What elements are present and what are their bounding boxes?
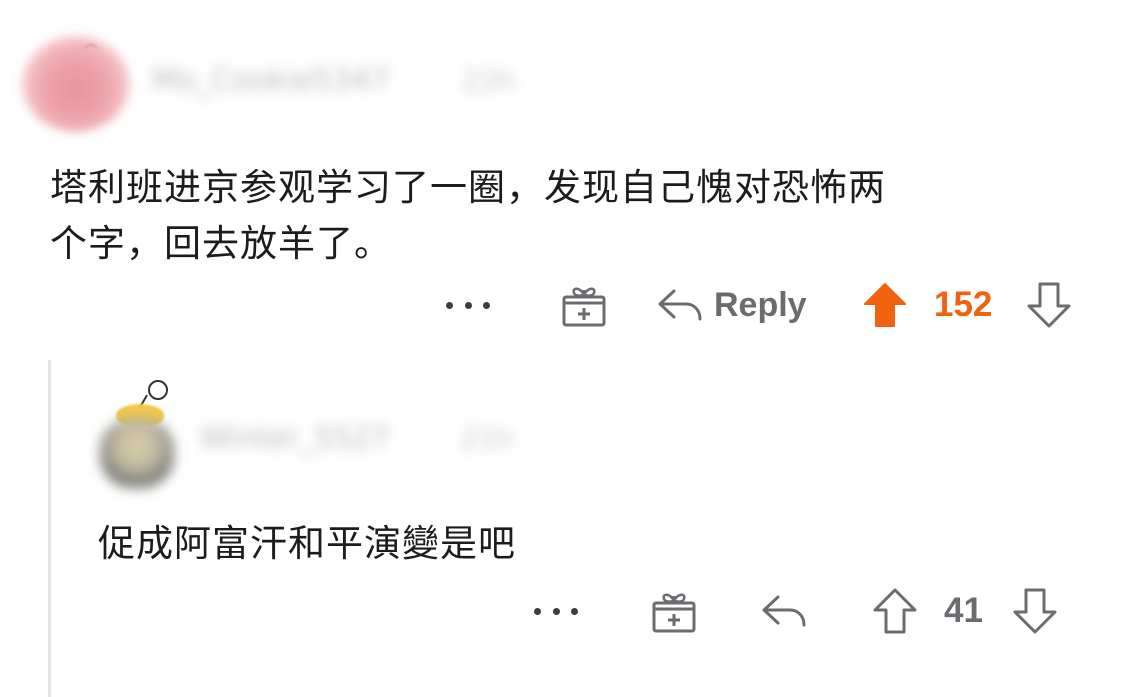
- vote-count: 41: [944, 591, 983, 630]
- comment-username[interactable]: Mo_Cookie5347: [152, 66, 389, 96]
- gift-icon: [652, 593, 696, 633]
- comment-thread: Mo_Cookie5347 22h 塔利班进京参观学习了一圈，发现自己愧对恐怖两…: [0, 0, 1125, 697]
- comment-age: 22h: [462, 64, 516, 97]
- vote-count: 152: [934, 285, 993, 324]
- reply-body: 促成阿富汗和平演變是吧: [98, 522, 516, 565]
- downvote-icon: [1013, 588, 1057, 634]
- upvote-button[interactable]: [872, 586, 918, 636]
- reply-username[interactable]: Winter_5527: [200, 424, 390, 454]
- reply-age: 21h: [460, 422, 514, 455]
- more-icon: [446, 301, 453, 309]
- avatar[interactable]: [92, 380, 182, 495]
- avatar-accessory: [84, 44, 98, 58]
- comment-body: 塔利班进京参观学习了一圈，发现自己愧对恐怖两 个字，回去放羊了。: [50, 160, 1060, 272]
- upvote-icon: [873, 588, 917, 634]
- award-button[interactable]: [650, 586, 698, 636]
- avatar-face: [100, 418, 174, 488]
- avatar-antenna-ball: [148, 380, 168, 400]
- reply-button[interactable]: [760, 586, 808, 636]
- downvote-button[interactable]: [1026, 280, 1072, 330]
- thread-line[interactable]: [48, 360, 51, 697]
- reply-label: Reply: [714, 285, 807, 324]
- more-icon: [534, 607, 541, 615]
- reply-arrow-icon: [658, 289, 702, 321]
- more-options-button[interactable]: [446, 280, 490, 330]
- comment-action-bar: Reply 152: [440, 280, 1090, 330]
- downvote-icon: [1027, 282, 1071, 328]
- upvote-button[interactable]: [862, 280, 908, 330]
- award-button[interactable]: [560, 280, 608, 330]
- comment-body-line: 个字，回去放羊了。: [50, 222, 392, 265]
- avatar[interactable]: [22, 36, 130, 132]
- gift-icon: [562, 287, 606, 327]
- upvote-icon: [864, 283, 906, 327]
- downvote-button[interactable]: [1012, 586, 1058, 636]
- reply-arrow-icon: [762, 595, 806, 627]
- more-options-button[interactable]: [534, 586, 578, 636]
- reply-action-bar: 41: [528, 586, 1088, 636]
- comment-body-line: 塔利班进京参观学习了一圈，发现自己愧对恐怖两: [50, 166, 886, 209]
- reply-button[interactable]: Reply: [656, 280, 807, 330]
